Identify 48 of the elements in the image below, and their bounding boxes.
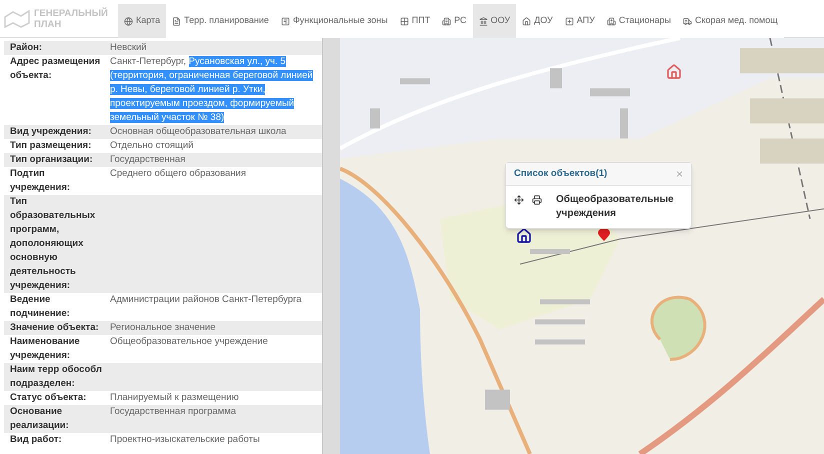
attribute-label: Тип организации:: [10, 153, 94, 167]
logo-text: ГЕНЕРАЛЬНЫЙ: [34, 8, 108, 18]
attribute-value: Среднего общего образования: [110, 167, 248, 181]
attribute-value: Общеобразовательное учреждение: [110, 335, 269, 349]
attribute-label: Тип размещения:: [10, 139, 92, 153]
attribute-label: Подтип учреждения:: [10, 167, 72, 195]
attribute-value: Санкт-Петербург, Русановская ул., уч. 5 (территория, ограниченная береговой линией р. Невы, береговой линией р. Утки, проектируемым проездом, формируемый земельный участок № 38): [110, 55, 314, 125]
attribute-value: Основная общеобразовательная школа: [110, 125, 288, 139]
house-marker-icon[interactable]: [666, 64, 682, 80]
globe-icon: [124, 16, 133, 26]
move-icon[interactable]: [514, 195, 524, 206]
attribute-label: Основание реализации:: [10, 405, 70, 433]
logo-icon: [4, 8, 30, 28]
print-icon[interactable]: [532, 195, 542, 206]
list-icon: [280, 16, 290, 26]
attribute-value: Планируемый к размещению: [110, 391, 240, 405]
attribute-value: Региональное значение: [110, 321, 216, 335]
attribute-label: Ведение подчинение:: [10, 293, 71, 321]
document-icon: [172, 16, 182, 26]
attribute-value: Невский: [110, 41, 148, 55]
logo-text: ПЛАН: [34, 18, 62, 30]
plus-square-icon: [564, 16, 574, 26]
hospital-icon: [606, 16, 616, 26]
ambulance-icon: [682, 16, 692, 26]
attribute-value: Отдельно стоящий: [110, 139, 194, 153]
attribute-label: Наименование учреждения:: [10, 335, 81, 363]
attribute-value: Государственная: [110, 153, 186, 167]
grid-icon: [400, 16, 409, 26]
attribute-label: Статус объекта:: [10, 391, 88, 405]
attribute-label: Наим терр обособл подразделен:: [10, 363, 103, 391]
popup-title: Список объектов(1): [514, 167, 608, 181]
attribute-value: Государственная программа: [110, 405, 238, 419]
attribute-label: Район:: [10, 41, 44, 55]
house-icon: [522, 16, 532, 26]
nav-tab[interactable]: ООУ: [472, 4, 516, 38]
attribute-label: Тип образовательных программ, дополоняющих основную деятельность учреждения:: [10, 195, 96, 293]
attribute-value: Администрации районов Санкт-Петербурга: [110, 293, 303, 307]
popup-item[interactable]: Общеобразовательные учреждения: [550, 193, 683, 222]
attribute-label: Адрес размещения объекта:: [10, 55, 102, 83]
columned-building-icon: [478, 16, 488, 26]
attribute-label: Вид учреждения:: [10, 125, 92, 139]
attribute-value: Проектно-изыскательские работы: [110, 433, 261, 447]
map-pin-icon[interactable]: [597, 228, 611, 242]
nav-tab[interactable]: Карта: [118, 4, 166, 38]
building-icon: [442, 16, 452, 26]
attribute-label: Вид работ:: [10, 433, 63, 447]
attribute-label: Значение объекта:: [10, 321, 100, 335]
house-marker-icon[interactable]: [516, 228, 532, 244]
